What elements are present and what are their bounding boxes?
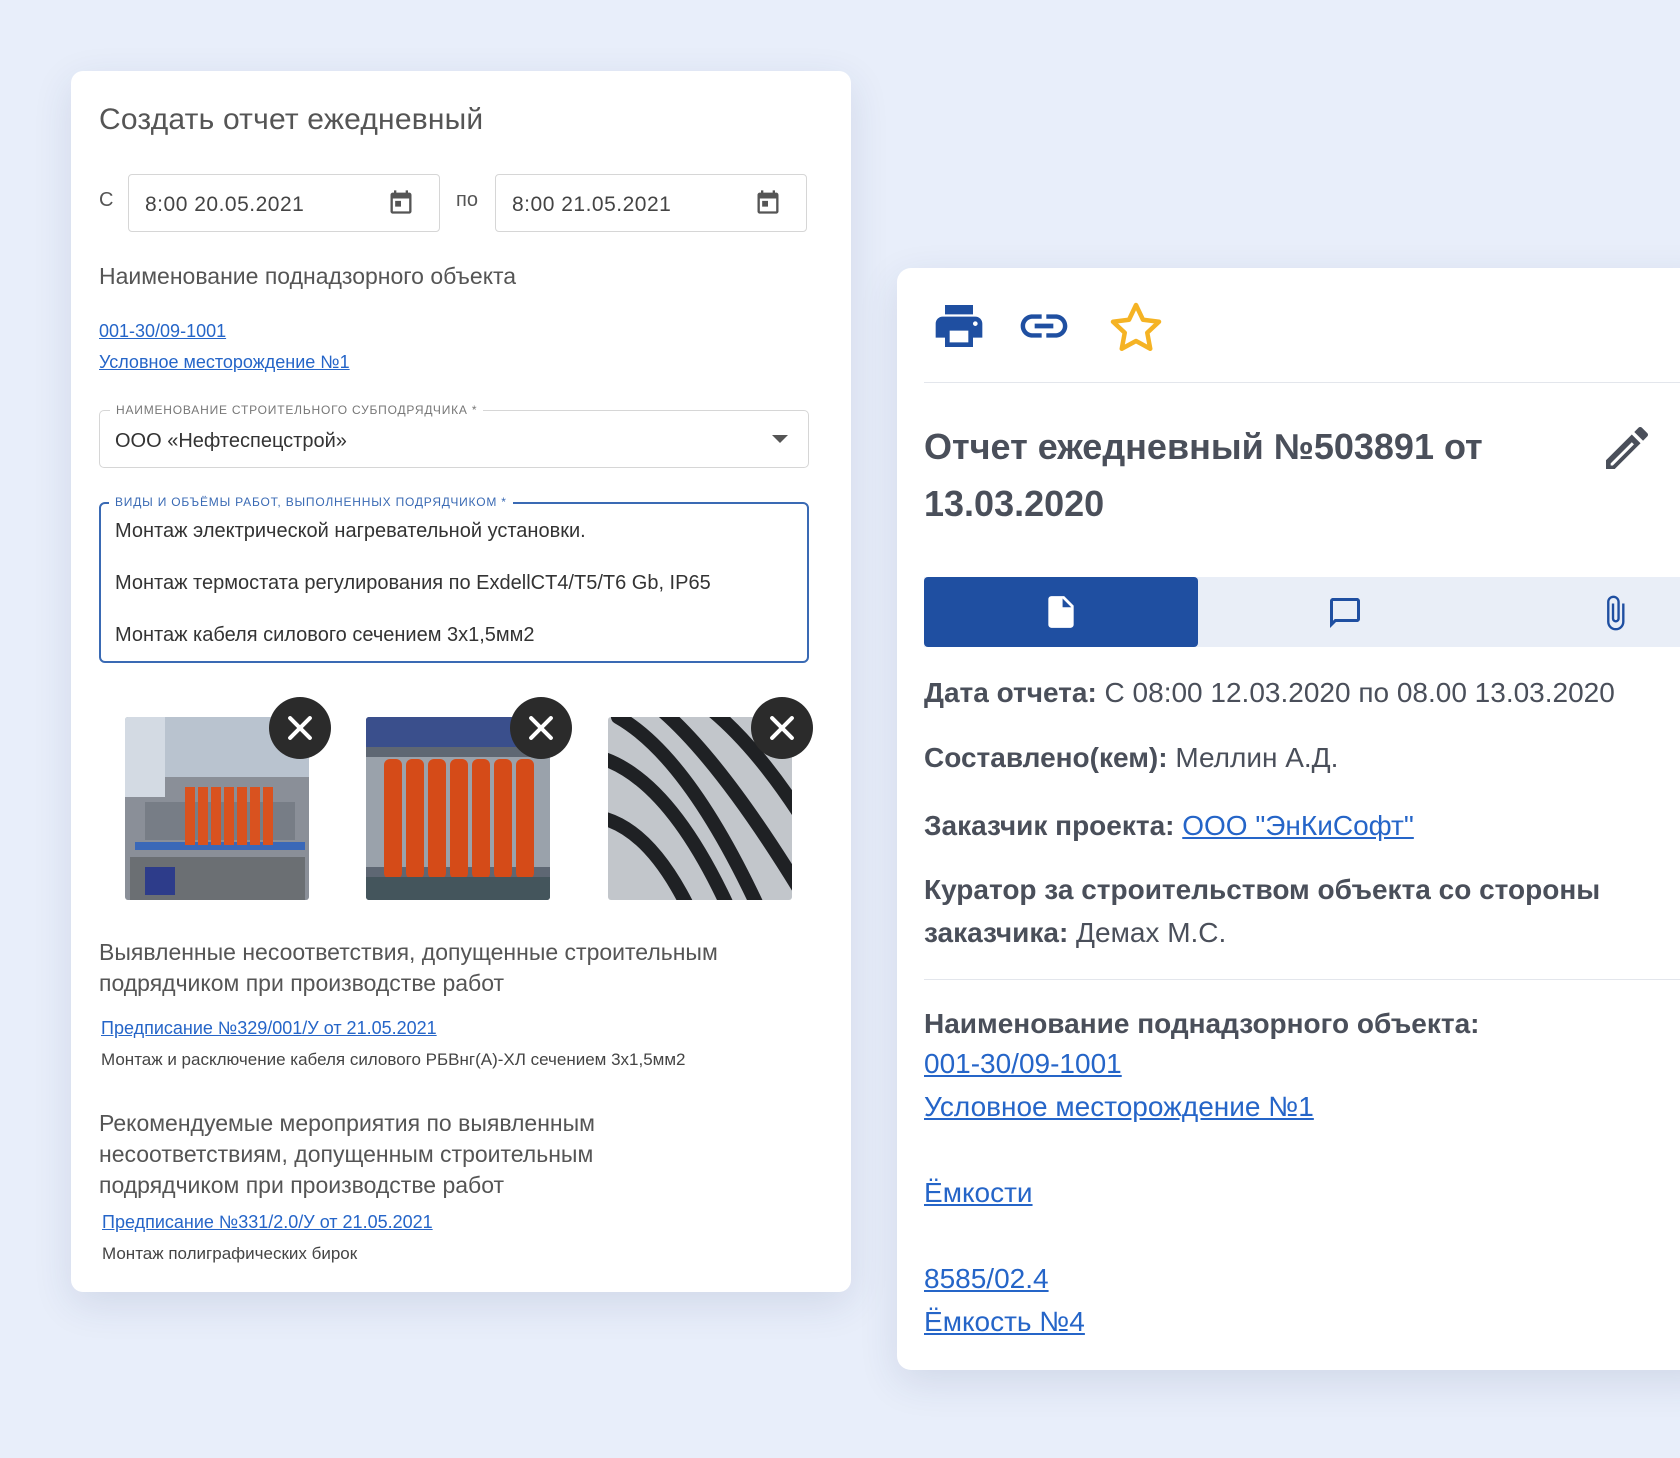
issues-title: Выявленные несоответствия, допущенные ст… — [99, 937, 718, 999]
form-title: Создать отчет ежедневный — [99, 103, 484, 136]
date-from-value: 8:00 20.05.2021 — [145, 193, 305, 216]
subcontractor-value: ООО «Нефтеспецстрой» — [115, 430, 347, 452]
report-date-value: С 08:00 12.03.2020 по 08.00 13.03.2020 — [1096, 677, 1615, 708]
date-from-label: С — [99, 189, 114, 211]
issues-title-line: подрядчиком при производстве работ — [99, 970, 505, 997]
recommendations-title-line: несоответствиям, допущенным строительным — [99, 1141, 594, 1168]
works-line: Монтаж электрической нагревательной уста… — [115, 520, 586, 542]
print-icon[interactable] — [931, 298, 987, 354]
issue-prescription-link[interactable]: Предписание №329/001/У от 21.05.2021 — [101, 1018, 437, 1039]
object-section-title: Наименование поднадзорного объекта — [99, 263, 517, 289]
curator-label: заказчика: — [924, 917, 1069, 948]
remove-photo-button[interactable] — [269, 697, 331, 759]
report-author-label: Составлено(кем): — [924, 742, 1168, 773]
calendar-icon[interactable] — [387, 188, 415, 216]
divider — [924, 979, 1680, 980]
works-line: Монтаж термостата регулирования по Exdel… — [115, 572, 711, 594]
curator-label: Куратор за строительством объекта со сто… — [924, 874, 1601, 905]
object-code-link[interactable]: 001-30/09-1001 — [924, 1048, 1122, 1080]
report-tabs — [924, 577, 1680, 647]
document-icon — [1048, 596, 1074, 628]
attachment-icon[interactable] — [1596, 594, 1634, 632]
chevron-down-icon[interactable] — [772, 435, 788, 443]
object-label: Наименование поднадзорного объекта: — [924, 1002, 1479, 1045]
tab-document[interactable] — [924, 577, 1198, 647]
subcontractor-legend: Наименование строительного субподрядчика… — [110, 403, 484, 417]
curator-value: Демах М.С. — [1068, 917, 1227, 948]
edit-icon[interactable] — [1599, 420, 1655, 476]
date-from-field[interactable]: 8:00 20.05.2021 — [128, 174, 440, 232]
date-to-field[interactable]: 8:00 21.05.2021 — [495, 174, 807, 232]
recommendations-title-line: подрядчиком при производстве работ — [99, 1172, 505, 1199]
divider — [924, 382, 1680, 383]
link-icon[interactable] — [1014, 298, 1074, 354]
date-to-label: по — [456, 189, 478, 211]
curator: Куратор за строительством объекта со сто… — [924, 868, 1600, 954]
rec-description: Монтаж полиграфических бирок — [102, 1244, 358, 1263]
object-code-link[interactable]: 001-30/09-1001 — [99, 321, 226, 342]
object-name-link[interactable]: Условное месторождение №1 — [99, 352, 350, 373]
object-label-text: Наименование поднадзорного объекта: — [924, 1008, 1480, 1039]
report-date: Дата отчета: С 08:00 12.03.2020 по 08.00… — [924, 671, 1615, 714]
project-customer-link[interactable]: ООО "ЭнКиСофт" — [1182, 810, 1414, 841]
remove-photo-button[interactable] — [751, 697, 813, 759]
works-line: Монтаж кабеля силового сечением 3х1,5мм2 — [115, 624, 535, 646]
tanks-link[interactable]: Ёмкости — [924, 1177, 1033, 1209]
report-author: Составлено(кем): Меллин А.Д. — [924, 736, 1338, 779]
tank-code-link[interactable]: 8585/02.4 — [924, 1263, 1049, 1295]
recommendations-title: Рекомендуемые мероприятия по выявленным … — [99, 1108, 595, 1201]
report-details-card: Отчет ежедневный №503891 от 13.03.2020 Д… — [897, 268, 1680, 1370]
report-title: Отчет ежедневный №503891 от 13.03.2020 — [924, 426, 1483, 524]
calendar-icon[interactable] — [754, 188, 782, 216]
rec-prescription-link[interactable]: Предписание №331/2.0/У от 21.05.2021 — [102, 1212, 433, 1233]
works-textarea[interactable]: Виды и объёмы работ, выполненных подрядч… — [99, 495, 809, 663]
project-customer-label: Заказчик проекта: — [924, 810, 1175, 841]
date-to-value: 8:00 21.05.2021 — [512, 193, 672, 216]
tank-name-link[interactable]: Ёмкость №4 — [924, 1306, 1085, 1338]
star-icon[interactable] — [1106, 298, 1166, 358]
issues-title-line: Выявленные несоответствия, допущенные ст… — [99, 939, 718, 965]
recommendations-title-line: Рекомендуемые мероприятия по выявленным — [99, 1110, 595, 1136]
subcontractor-select[interactable]: Наименование строительного субподрядчика… — [99, 403, 809, 468]
report-date-label: Дата отчета: — [924, 677, 1097, 708]
report-author-value: Меллин А.Д. — [1167, 742, 1339, 773]
works-legend: Виды и объёмы работ, выполненных подрядч… — [109, 495, 513, 509]
remove-photo-button[interactable] — [510, 697, 572, 759]
comment-icon[interactable] — [1327, 595, 1363, 631]
create-report-card: Создать отчет ежедневный С 8:00 20.05.20… — [71, 71, 851, 1292]
object-name-link[interactable]: Условное месторождение №1 — [924, 1091, 1314, 1123]
issue-description: Монтаж и расключение кабеля силового РБВ… — [101, 1050, 686, 1069]
project-customer: Заказчик проекта: ООО "ЭнКиСофт" — [924, 804, 1414, 847]
